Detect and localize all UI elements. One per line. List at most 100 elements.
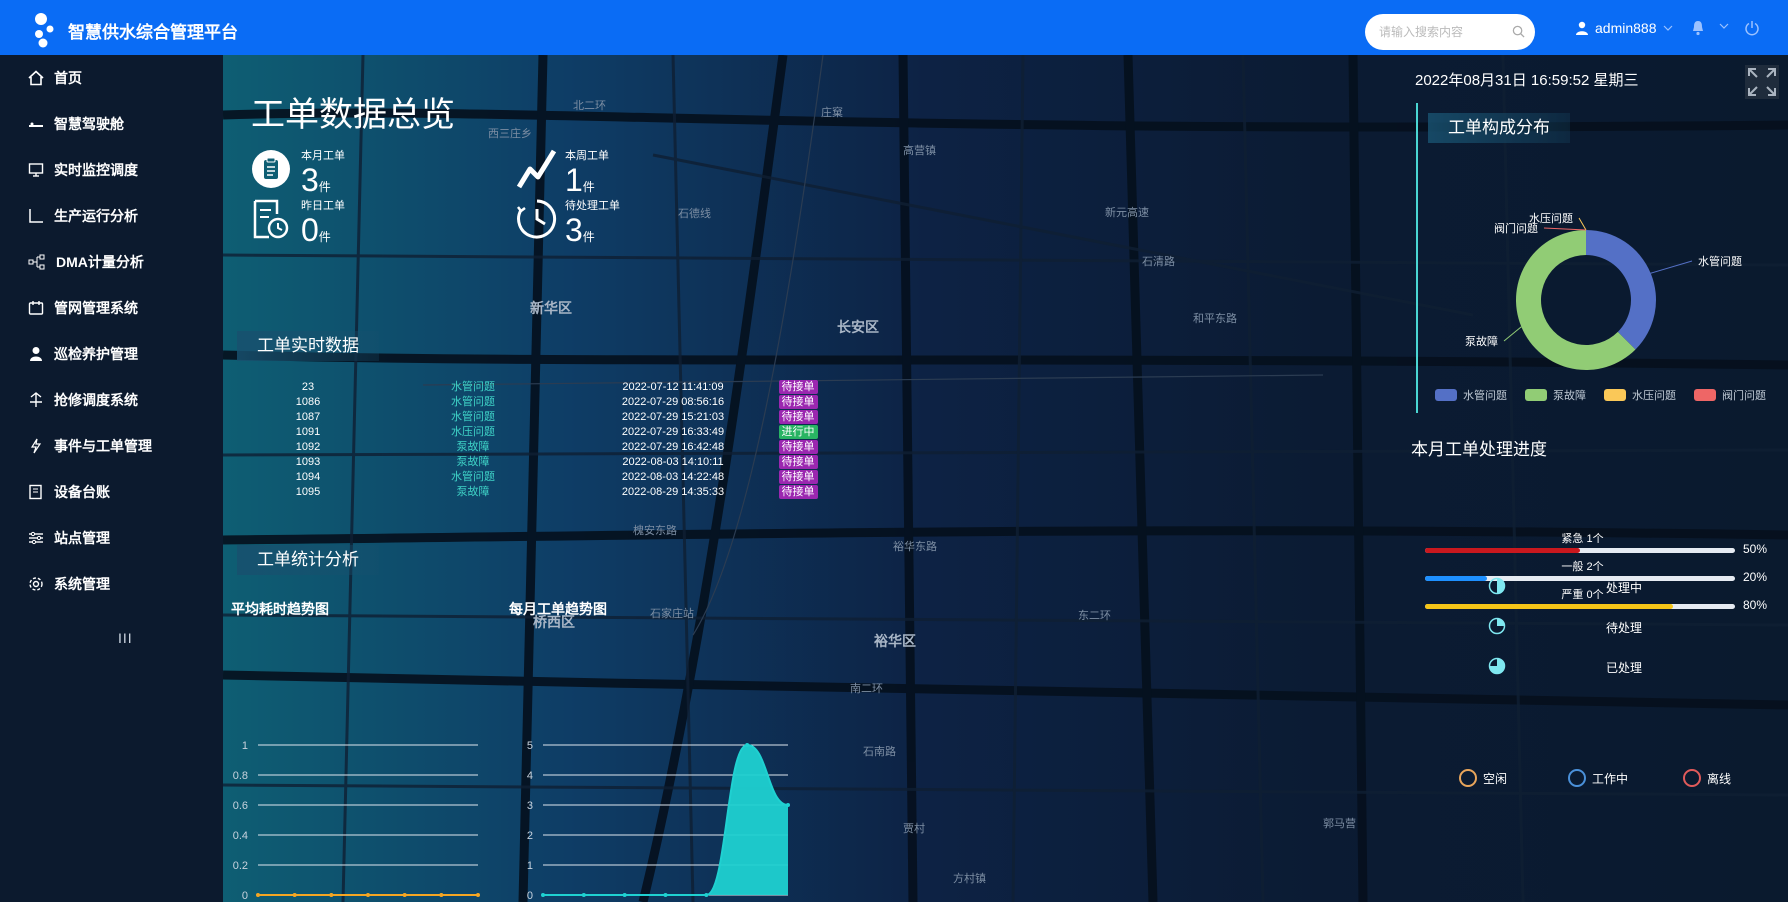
user-menu[interactable]: admin888	[1575, 20, 1673, 36]
device-legend-working[interactable]: 工作中	[1568, 769, 1628, 787]
sidebar-item-ledger[interactable]: 设备台账	[0, 469, 223, 515]
bell-icon[interactable]	[1690, 20, 1706, 36]
status-badge[interactable]: 进行中	[778, 425, 818, 439]
map-label: 新华区	[530, 300, 572, 316]
device-legend-idle[interactable]: 空闲	[1459, 769, 1507, 787]
table-row[interactable]: 1093 泵故障 2022-08-03 14:10:11 待接单	[263, 455, 843, 470]
table-row[interactable]: 23 水管问题 2022-07-12 11:41:09 待接单	[263, 380, 843, 395]
status-badge[interactable]: 待接单	[778, 470, 818, 484]
order-time-cell: 2022-07-12 11:41:09	[622, 381, 724, 393]
sidebar-item-repair[interactable]: 抢修调度系统	[0, 377, 223, 423]
order-time-cell: 2022-08-03 14:22:48	[621, 471, 725, 483]
status-badge[interactable]: 待接单	[778, 395, 818, 409]
pie-label-line	[1503, 326, 1522, 342]
progress-bar	[1425, 548, 1735, 553]
order-type-cell: 水管问题	[451, 411, 495, 423]
sidebar-item-station[interactable]: 站点管理	[0, 515, 223, 561]
sidebar-item-label: 智慧驾驶舱	[54, 116, 124, 132]
sidebar: 首页 智慧驾驶舱 实时监控调度 生产运行分析 DMA计量分析 管网管理系统 巡检…	[0, 55, 223, 902]
pie-label-line	[1543, 227, 1587, 231]
map-label: 西三庄乡	[488, 128, 532, 140]
data-point[interactable]	[366, 893, 370, 897]
map-label: 和平东路	[1193, 313, 1237, 325]
order-time-cell: 2022-08-29 14:35:33	[621, 486, 725, 498]
realtime-section-title: 工单实时数据	[237, 331, 379, 361]
stat-value: 3	[301, 162, 319, 198]
sidebar-item-analysis[interactable]: 生产运行分析	[0, 193, 223, 239]
sidebar-item-monitor[interactable]: 实时监控调度	[0, 147, 223, 193]
map-label: 高营镇	[903, 145, 936, 157]
map-label: 方村镇	[953, 873, 986, 885]
user-icon	[1576, 21, 1588, 35]
order-type-cell: 水压问题	[451, 426, 495, 438]
event-icon	[30, 438, 42, 454]
search-box[interactable]	[1365, 14, 1535, 50]
legend-label: 水管问题	[1463, 390, 1507, 402]
chevron-down-icon[interactable]	[1719, 22, 1729, 30]
status-badge[interactable]: 待接单	[778, 455, 818, 469]
data-point[interactable]	[622, 893, 627, 897]
sidebar-item-inspect[interactable]: 巡检养护管理	[0, 331, 223, 377]
stat-unit: 件	[318, 230, 331, 244]
legend-item[interactable]: 泵故障	[1525, 387, 1586, 403]
status-badge[interactable]: 待接单	[778, 380, 818, 394]
sidebar-item-label: 抢修调度系统	[54, 392, 138, 408]
data-point[interactable]	[439, 893, 444, 897]
data-point[interactable]	[292, 893, 297, 897]
chevron-down-icon[interactable]	[1663, 24, 1673, 32]
table-row[interactable]: 1095 泵故障 2022-08-29 14:35:33 待接单	[263, 485, 843, 500]
data-point[interactable]	[704, 893, 709, 897]
y-tick-label: 1	[527, 860, 533, 872]
search-icon[interactable]	[1512, 25, 1525, 38]
order-status-cell: 待接单	[753, 410, 843, 425]
progress-fill	[1425, 548, 1580, 553]
data-point[interactable]	[476, 893, 480, 897]
sidebar-collapse-button[interactable]: III	[118, 630, 133, 646]
legend-item[interactable]: 水压问题	[1604, 387, 1676, 403]
data-point[interactable]	[541, 893, 545, 897]
sidebar-item-dma[interactable]: DMA计量分析	[0, 239, 223, 285]
map-label: 裕华区	[874, 633, 916, 649]
home-icon	[28, 70, 44, 86]
legend-item[interactable]: 水管问题	[1435, 387, 1507, 403]
data-point[interactable]	[256, 893, 260, 897]
stat-label: 本周工单	[565, 150, 609, 162]
table-row[interactable]: 1094 水管问题 2022-08-03 14:22:48 待接单	[263, 470, 843, 485]
search-input[interactable]	[1365, 14, 1505, 50]
pie-slice[interactable]	[1586, 230, 1656, 350]
device-legend-offline[interactable]: 离线	[1683, 769, 1731, 787]
sidebar-item-pipe[interactable]: 管网管理系统	[0, 285, 223, 331]
data-point[interactable]	[786, 803, 790, 807]
sidebar-item-home[interactable]: 首页	[0, 55, 223, 101]
series-area	[543, 745, 788, 895]
order-status-cell: 待接单	[753, 485, 843, 500]
progress-bar	[1425, 576, 1735, 581]
composition-section-title: 工单构成分布	[1428, 113, 1570, 143]
pie-label-line	[1578, 217, 1587, 231]
realtime-table: 23 水管问题 2022-07-12 11:41:09 待接单 1086 水管问题 2022…	[263, 380, 843, 500]
data-point[interactable]	[745, 743, 750, 747]
status-badge[interactable]: 待接单	[778, 485, 818, 499]
sidebar-item-label: 系统管理	[54, 576, 110, 592]
table-row[interactable]: 1092 泵故障 2022-07-29 16:42:48 待接单	[263, 440, 843, 455]
data-point[interactable]	[402, 893, 407, 897]
data-point[interactable]	[663, 893, 668, 897]
fullscreen-icon[interactable]	[1745, 65, 1779, 99]
sidebar-item-event[interactable]: 事件与工单管理	[0, 423, 223, 469]
progress-label: 一般 2个	[1561, 561, 1604, 573]
data-point[interactable]	[329, 893, 334, 897]
legend-label: 阀门问题	[1722, 390, 1766, 402]
data-point[interactable]	[581, 893, 586, 897]
pie-label-line	[1650, 260, 1693, 274]
sidebar-item-cockpit[interactable]: 智慧驾驶舱	[0, 101, 223, 147]
order-id-cell: 1093	[295, 456, 321, 468]
power-icon[interactable]	[1744, 20, 1760, 36]
table-row[interactable]: 1087 水管问题 2022-07-29 15:21:03 待接单	[263, 410, 843, 425]
table-row[interactable]: 1091 水压问题 2022-07-29 16:33:49 进行中	[263, 425, 843, 440]
sidebar-item-settings[interactable]: 系统管理	[0, 561, 223, 607]
sidebar-item-label: 设备台账	[54, 484, 110, 500]
status-badge[interactable]: 待接单	[778, 440, 818, 454]
table-row[interactable]: 1086 水管问题 2022-07-29 08:56:16 待接单	[263, 395, 843, 410]
status-badge[interactable]: 待接单	[778, 410, 818, 424]
legend-item[interactable]: 阀门问题	[1694, 387, 1766, 403]
